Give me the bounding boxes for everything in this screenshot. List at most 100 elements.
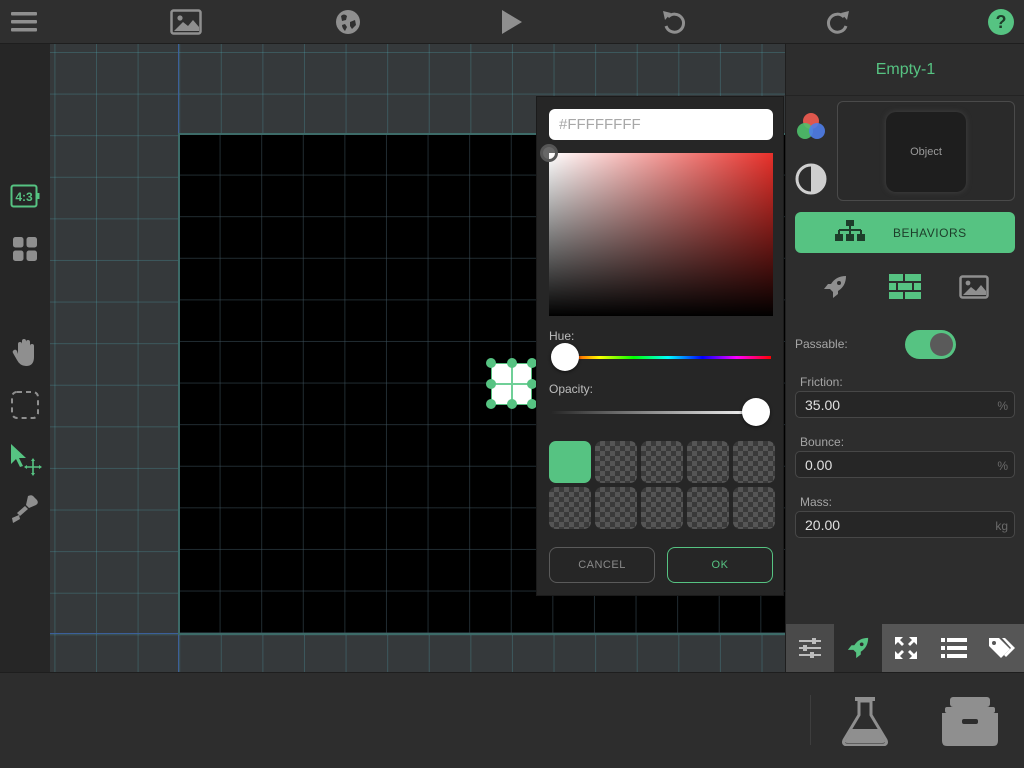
- hierarchy-icon: [835, 220, 865, 241]
- bricks-icon: [889, 274, 921, 299]
- stamp-icon: [12, 495, 38, 523]
- resize-handle[interactable]: [486, 379, 496, 389]
- resize-handle[interactable]: [486, 399, 496, 409]
- bounce-unit: %: [997, 459, 1008, 473]
- friction-input[interactable]: [795, 391, 1015, 418]
- color-swatch-empty[interactable]: [641, 441, 683, 483]
- aspect-ratio-label: 4:3: [15, 190, 33, 204]
- redo-icon: [826, 11, 849, 34]
- image-tab[interactable]: [956, 270, 992, 304]
- toggle-knob: [930, 333, 953, 356]
- opacity-slider-knob[interactable]: [742, 398, 770, 426]
- tab-transform[interactable]: [882, 624, 930, 672]
- color-swatch-empty[interactable]: [733, 441, 775, 483]
- saturation-value-field[interactable]: [540, 144, 773, 316]
- color-tint-button[interactable]: [794, 110, 828, 149]
- select-box-icon: [11, 391, 39, 419]
- globe-icon: [336, 10, 360, 34]
- mass-label: Mass:: [800, 495, 833, 509]
- color-swatch-empty[interactable]: [733, 487, 775, 529]
- tab-tags[interactable]: [978, 624, 1024, 672]
- panel-bottom-tabs: [786, 624, 1024, 672]
- expand-icon: [895, 637, 917, 659]
- grid-icon: [13, 237, 37, 261]
- color-swatch-empty[interactable]: [595, 487, 637, 529]
- color-swatch-empty[interactable]: [687, 441, 729, 483]
- undo-icon: [663, 11, 686, 34]
- physics-tab[interactable]: [817, 270, 853, 304]
- opacity-label: Opacity:: [549, 382, 594, 396]
- hex-color-input[interactable]: [549, 109, 773, 140]
- cancel-button[interactable]: CANCEL: [549, 547, 655, 583]
- help-icon: ?: [988, 9, 1014, 35]
- bounce-input[interactable]: [795, 451, 1015, 478]
- mass-unit: kg: [995, 519, 1008, 533]
- help-button[interactable]: ?: [985, 6, 1017, 38]
- sv-cursor[interactable]: [540, 144, 558, 162]
- world-settings-button[interactable]: [332, 6, 364, 38]
- redo-button[interactable]: [822, 6, 854, 38]
- bounce-label: Bounce:: [800, 435, 845, 449]
- contrast-button[interactable]: [794, 162, 828, 201]
- play-icon: [502, 10, 522, 34]
- stamp-tool-button[interactable]: [8, 492, 42, 526]
- sliders-icon: [799, 638, 821, 658]
- color-swatch-empty[interactable]: [687, 487, 729, 529]
- inbox-tray-icon: [942, 697, 998, 746]
- friction-unit: %: [997, 399, 1008, 413]
- ok-button[interactable]: OK: [667, 547, 773, 583]
- resize-handle[interactable]: [507, 399, 517, 409]
- top-toolbar: ?: [0, 0, 1024, 44]
- undo-button[interactable]: [658, 6, 690, 38]
- preview-object-label: Object: [886, 112, 966, 192]
- rocket-icon: [847, 637, 869, 659]
- tags-icon: [989, 638, 1015, 658]
- svg-text:?: ?: [996, 12, 1007, 32]
- tiles-tab[interactable]: [887, 270, 923, 304]
- tab-settings[interactable]: [786, 624, 834, 672]
- color-swatch-active[interactable]: [549, 441, 591, 483]
- object-preview[interactable]: Object: [837, 101, 1015, 201]
- background-image-button[interactable]: [170, 6, 202, 38]
- color-swatch-empty[interactable]: [549, 487, 591, 529]
- marquee-select-button[interactable]: [8, 388, 42, 422]
- resize-handle[interactable]: [507, 358, 517, 368]
- contrast-icon: [795, 163, 827, 195]
- passable-toggle[interactable]: [905, 330, 956, 359]
- menu-button[interactable]: [8, 6, 40, 38]
- behaviors-button[interactable]: BEHAVIORS: [795, 212, 1015, 253]
- move-select-button[interactable]: [8, 442, 42, 476]
- behaviors-label: BEHAVIORS: [893, 226, 967, 240]
- color-swatch-empty[interactable]: [641, 487, 683, 529]
- left-toolbar: 4:3: [0, 44, 50, 672]
- move-pointer-icon: [11, 444, 42, 476]
- aspect-ratio-button[interactable]: 4:3: [8, 179, 42, 213]
- play-button[interactable]: [495, 6, 527, 38]
- passable-label: Passable:: [795, 337, 848, 351]
- tray-divider: [810, 695, 811, 745]
- bottom-tray: [0, 672, 1024, 768]
- pan-tool-button[interactable]: [8, 336, 42, 370]
- flask-icon: [842, 697, 888, 746]
- lab-button[interactable]: [835, 693, 895, 749]
- hue-slider-track[interactable]: [565, 356, 771, 359]
- hue-slider-knob[interactable]: [551, 343, 579, 371]
- tab-list[interactable]: [930, 624, 978, 672]
- object-name-title[interactable]: Empty-1: [786, 44, 1024, 96]
- grid-toggle-button[interactable]: [8, 232, 42, 266]
- resize-handle[interactable]: [486, 358, 496, 368]
- hand-icon: [12, 339, 34, 366]
- library-button[interactable]: [940, 693, 1000, 749]
- aspect-ratio-icon: 4:3: [10, 184, 40, 208]
- friction-label: Friction:: [800, 375, 843, 389]
- color-picker-popover: Hue: Opacity: CANCEL OK: [536, 96, 784, 596]
- hue-label: Hue:: [549, 329, 575, 343]
- rocket-icon: [824, 276, 846, 298]
- tab-physics[interactable]: [834, 624, 882, 672]
- image-icon: [170, 9, 202, 35]
- list-icon: [941, 638, 967, 658]
- opacity-slider-track[interactable]: [551, 411, 761, 414]
- mass-input[interactable]: [795, 511, 1015, 538]
- hamburger-icon: [11, 12, 37, 32]
- color-swatch-empty[interactable]: [595, 441, 637, 483]
